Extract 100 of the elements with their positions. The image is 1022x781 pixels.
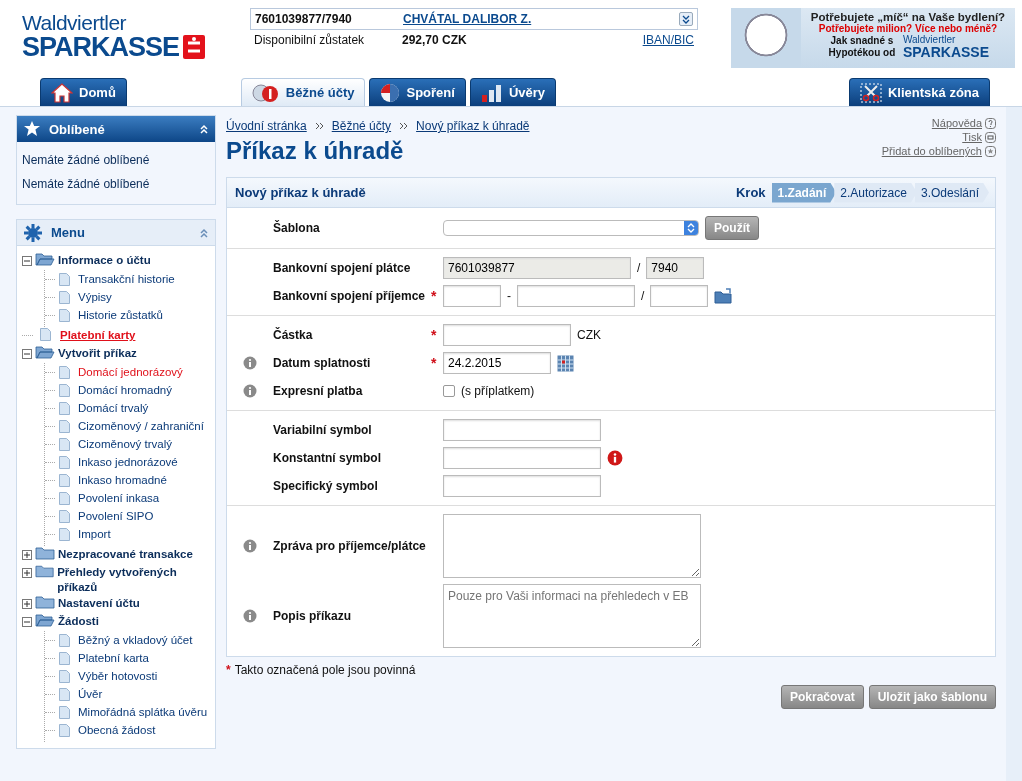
template-select[interactable] — [443, 220, 699, 236]
account-owner-link[interactable]: CHVÁTAL DALIBOR Z. — [403, 12, 679, 26]
iban-link[interactable]: IBAN/BIC — [642, 33, 694, 47]
select-arrows-icon[interactable] — [687, 222, 695, 234]
text-field[interactable] — [443, 419, 601, 441]
prefix-field[interactable] — [443, 285, 501, 307]
page-link[interactable]: Nápověda — [931, 117, 996, 129]
bar-chart-icon — [480, 82, 503, 103]
required-mark: * — [431, 327, 438, 343]
balance-label: Disponibilní zůstatek — [254, 33, 366, 47]
page-icon — [59, 272, 70, 286]
menu-item[interactable]: Žádosti — [58, 613, 99, 629]
expand-toggle[interactable] — [22, 550, 32, 560]
menu-item[interactable]: Domácí jednorázový — [78, 364, 183, 380]
folder-icon[interactable] — [714, 288, 733, 304]
menu-item[interactable]: Inkaso jednorázové — [78, 454, 178, 470]
menu-item[interactable]: Výběr hotovosti — [78, 668, 158, 684]
nav-tab[interactable]: Úvěry — [469, 78, 557, 106]
page-link[interactable]: Tisk — [962, 131, 996, 143]
menu-item[interactable]: Domácí hromadný — [78, 382, 172, 398]
text-area[interactable] — [443, 514, 701, 578]
menu-item[interactable]: Výpisy — [78, 289, 112, 305]
page-icon — [59, 509, 70, 523]
page-icon — [59, 705, 70, 719]
account-field[interactable]: 7601039877 — [443, 257, 631, 279]
menu-item[interactable]: Mimořádná splátka úvěru — [78, 704, 208, 720]
expand-toggle[interactable] — [22, 599, 32, 609]
account-selector[interactable]: 7601039877/7940 CHVÁTAL DALIBOR Z. — [250, 8, 698, 30]
menu-item[interactable]: Inkaso hromadné — [78, 472, 167, 488]
page-icon — [59, 651, 70, 665]
bank-code-field[interactable]: 7940 — [646, 257, 705, 279]
field-label: Částka — [273, 328, 314, 342]
field-label: Šablona — [273, 221, 321, 235]
menu-item[interactable]: Transakční historie — [78, 271, 175, 287]
menu-item[interactable]: Platební karta — [78, 650, 149, 666]
calendar-icon[interactable] — [557, 354, 574, 372]
menu-item[interactable]: Domácí trvalý — [78, 400, 149, 416]
nav-tab[interactable]: Běžné účty — [240, 78, 366, 106]
chevron-icon — [314, 122, 324, 130]
coin-icon — [251, 82, 280, 103]
expand-toggle[interactable] — [22, 568, 32, 578]
collapse-toggle[interactable] — [22, 256, 32, 266]
dropdown-icon[interactable] — [682, 14, 690, 24]
ad-banner[interactable]: Potřebujete „míč“ na Vaše bydlení? Potřebujete milion? Více nebo méně? Jak snadné s Hypotékou od Waldviertler SPARKASSE — [731, 8, 1015, 68]
menu-item[interactable]: Platební karty — [60, 327, 136, 343]
menu-item[interactable]: Nezpracované transakce — [58, 546, 193, 562]
menu-item[interactable]: Úvěr — [78, 686, 103, 702]
breadcrumb-link[interactable]: Nový příkaz k úhradě — [416, 119, 530, 133]
page-icon — [59, 723, 70, 737]
text-field[interactable] — [443, 475, 601, 497]
ad-subline: Potřebujete milion? Více nebo méně? — [818, 23, 998, 34]
favorite-item[interactable]: Nemáte žádné oblíbené — [17, 172, 215, 196]
page-icon — [59, 527, 70, 541]
warning-icon[interactable] — [607, 450, 623, 466]
ad-brand-text: Waldviertler — [902, 34, 957, 45]
currency-text: CZK — [577, 328, 601, 342]
field-label: Konstantní symbol — [273, 451, 382, 465]
required-mark: * — [226, 663, 231, 677]
breadcrumb-link[interactable]: Běžné účty — [331, 119, 392, 133]
menu-item[interactable]: Cizoměnový trvalý — [78, 436, 172, 452]
collapse-toggle[interactable] — [22, 349, 32, 359]
menu-item[interactable]: Povolení inkasa — [78, 490, 160, 506]
bank-code-field[interactable] — [650, 285, 709, 307]
text-area[interactable]: Pouze pro Vaši informaci na přehledech v EB — [443, 584, 701, 648]
info-icon[interactable] — [243, 356, 257, 370]
menu-item[interactable]: Vytvořit příkaz — [58, 345, 137, 361]
menu-item[interactable]: Import — [78, 526, 111, 542]
balance-value: 292,70 CZK — [402, 33, 468, 47]
account-number: 7601039877/7940 — [255, 12, 353, 26]
menu-item[interactable]: Nastavení účtu — [58, 595, 140, 611]
menu-item[interactable]: Informace o účtu — [58, 252, 151, 268]
panel-title: Oblíbené — [49, 121, 106, 137]
info-icon[interactable] — [243, 609, 257, 623]
favorite-item[interactable]: Nemáte žádné oblíbené — [17, 148, 215, 172]
field-label: Expresní platba — [273, 384, 364, 398]
page-icon — [59, 383, 70, 397]
menu-item[interactable]: Běžný a vkladový účet — [78, 632, 193, 648]
collapse-toggle[interactable] — [22, 617, 32, 627]
steps-label: Krok — [735, 185, 766, 200]
ad-text: Jak snadné s Hypotékou od — [827, 34, 897, 59]
page-title: Příkaz k úhradě — [226, 137, 405, 165]
nav-tab[interactable]: Spoření — [369, 78, 466, 106]
logo-text: SPARKASSE — [22, 33, 180, 61]
menu-item[interactable]: Historie zůstatků — [78, 307, 163, 323]
page-icon — [59, 491, 70, 505]
info-icon[interactable] — [243, 384, 257, 398]
text-field[interactable] — [443, 324, 571, 346]
nav-tab[interactable]: Klientská zóna — [848, 78, 990, 106]
account-field[interactable] — [517, 285, 635, 307]
menu-item[interactable]: Cizoměnový / zahraniční — [78, 418, 204, 434]
menu-item[interactable]: Povolení SIPO — [78, 508, 154, 524]
menu-item[interactable]: Obecná žádost — [78, 722, 156, 738]
text-field[interactable] — [443, 447, 601, 469]
menu-item[interactable]: Přehledy vytvořených příkazů — [57, 564, 213, 595]
date-field[interactable]: 24.2.2015 — [443, 352, 551, 374]
nav-tab[interactable]: Domů — [40, 78, 127, 106]
page-link[interactable]: Přidat do oblíbených — [881, 145, 996, 157]
checkbox[interactable] — [443, 385, 455, 397]
info-icon[interactable] — [243, 539, 257, 553]
breadcrumb-link[interactable]: Úvodní stránka — [226, 119, 307, 133]
